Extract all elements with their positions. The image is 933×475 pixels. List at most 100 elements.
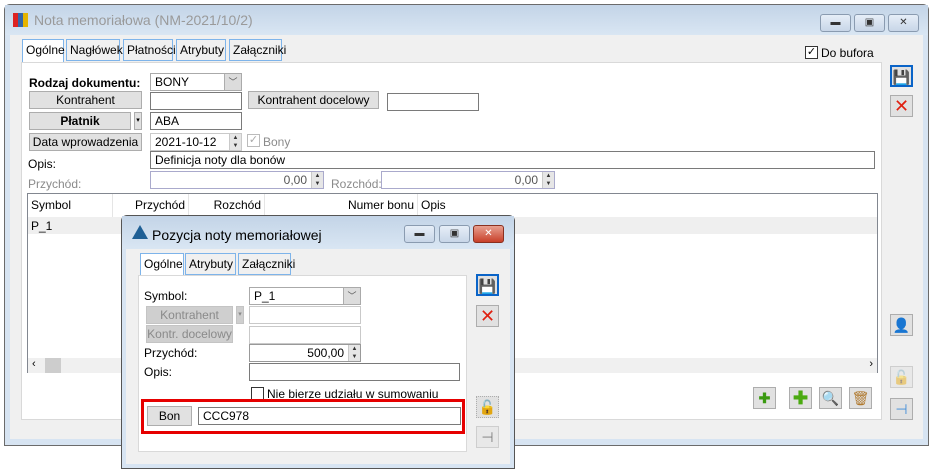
dialog-tab-ogolne[interactable]: Ogólne — [140, 253, 184, 277]
maximize-button[interactable]: ▣ — [854, 14, 885, 32]
col-numer-bonu[interactable]: Numer bonu — [265, 194, 418, 217]
close-icon: ✕ — [479, 306, 496, 326]
platnik-dropdown[interactable]: ▾ — [134, 112, 142, 130]
lock-button[interactable]: 🔓 — [890, 366, 913, 388]
tab-naglowek[interactable]: Nagłówek — [66, 39, 123, 61]
rozchod-label: Rozchód: — [331, 177, 382, 191]
save-button[interactable]: 💾 — [890, 65, 913, 87]
przychod-input[interactable]: 0,00 ▲ ▼ — [150, 171, 324, 189]
do-bufora-checkbox[interactable]: ✓ — [805, 46, 818, 59]
dialog-title: Pozycja noty memoriałowej — [152, 227, 322, 243]
symbol-label: Symbol: — [144, 289, 187, 303]
rozchod-input[interactable]: 0,00 ▲ ▼ — [381, 171, 555, 189]
delete-button[interactable]: 🗑 — [849, 387, 872, 409]
person-icon: 👤 — [892, 317, 911, 333]
magnifier-icon: 🔍 — [821, 390, 840, 406]
dialog-tab-zalaczniki[interactable]: Załączniki — [238, 253, 295, 275]
scroll-thumb[interactable] — [45, 358, 61, 373]
platnik-input[interactable]: ABA — [150, 112, 242, 130]
scroll-right-icon[interactable]: › — [869, 358, 873, 370]
kontrahent-docelowy-input[interactable] — [387, 93, 479, 111]
przychod-label: Przychód: — [28, 177, 82, 191]
bony-checkbox: ✓ — [247, 134, 260, 147]
dialog-przychod-label: Przychód: — [144, 346, 198, 360]
close-icon: ✕ — [893, 96, 910, 116]
cell-symbol: P_1 — [31, 219, 53, 233]
bony-label: Bony — [263, 135, 291, 149]
rodzaj-value: BONY — [155, 75, 190, 89]
plus-icon: ✚ — [792, 388, 809, 408]
kontrahent-docelowy-button[interactable]: Kontrahent docelowy — [248, 91, 379, 109]
position-dialog: Pozycja noty memoriałowej ▬ ▣ ✕ Ogólne A… — [121, 215, 515, 469]
col-rozchod[interactable]: Rozchód — [189, 194, 265, 217]
dialog-przychod-input[interactable]: 500,00 ▲ ▼ — [249, 344, 361, 362]
symbol-label-text: Symbol: — [144, 289, 188, 303]
kontrahent-input[interactable] — [150, 92, 242, 110]
chevron-down-icon[interactable]: ﹀ — [343, 288, 360, 304]
tab-ogolne[interactable]: Ogólne — [22, 39, 65, 63]
dialog-close-button[interactable]: ✕ — [473, 225, 504, 243]
search-button[interactable]: 🔍 — [819, 387, 842, 409]
opis-label: Opis: — [28, 157, 57, 171]
contractor-button[interactable]: 👤 — [890, 314, 913, 336]
dialog-pin-button[interactable]: ⊣ — [476, 426, 499, 448]
dialog-przychod-value: 500,00 — [307, 346, 344, 360]
spinner[interactable]: ▲ ▼ — [311, 172, 323, 188]
col-opis[interactable]: Opis — [418, 194, 878, 217]
window-title: Nota memoriałowa (NM-2021/10/2) — [34, 12, 253, 28]
dialog-cancel-button[interactable]: ✕ — [476, 305, 499, 327]
tab-zalaczniki[interactable]: Załączniki — [229, 39, 286, 61]
dialog-kontrahent-input[interactable] — [249, 306, 361, 324]
spinner[interactable]: ▲ ▼ — [348, 345, 360, 361]
kontrahent-button[interactable]: Kontrahent — [29, 91, 142, 109]
col-przychod[interactable]: Przychód — [113, 194, 189, 217]
add-window-icon: ✚ — [758, 390, 771, 406]
bon-button[interactable]: Bon — [147, 406, 192, 426]
floppy-icon: 💾 — [478, 278, 497, 294]
pin-icon: ⊣ — [895, 401, 908, 417]
symbol-value: P_1 — [254, 289, 276, 303]
lock-icon: 🔓 — [892, 369, 911, 385]
dialog-opis-input[interactable] — [249, 363, 460, 381]
pin-button[interactable]: ⊣ — [890, 398, 913, 420]
add-from-list-button[interactable]: ✚ — [753, 387, 776, 409]
pin-icon: ⊣ — [481, 429, 494, 445]
kontr-docelowy-input[interactable] — [249, 326, 361, 344]
dialog-tab-atrybuty[interactable]: Atrybuty — [185, 253, 236, 275]
rodzaj-select[interactable]: BONY ﹀ — [150, 73, 242, 91]
chevron-down-icon[interactable]: ﹀ — [224, 74, 241, 90]
data-value: 2021-10-12 — [155, 135, 217, 149]
add-button[interactable]: ✚ — [789, 387, 812, 409]
cancel-button[interactable]: ✕ — [890, 95, 913, 117]
platnik-button[interactable]: Płatnik — [29, 112, 131, 130]
trash-icon: 🗑 — [851, 390, 870, 406]
dialog-title-bar: Pozycja noty memoriałowej ▬ ▣ ✕ — [122, 216, 514, 249]
dialog-minimize-button[interactable]: ▬ — [404, 225, 435, 243]
rodzaj-label: Rodzaj dokumentu: — [29, 76, 141, 90]
bon-input[interactable]: CCC978 — [198, 407, 461, 425]
spinner[interactable]: ▲ ▼ — [229, 134, 241, 150]
tab-atrybuty[interactable]: Atrybuty — [176, 39, 226, 61]
przychod-value: 0,00 — [283, 173, 307, 187]
dialog-save-button[interactable]: 💾 — [476, 274, 499, 296]
tab-platnosci[interactable]: Płatności — [123, 39, 176, 61]
kontr-docelowy-button[interactable]: Kontr. docelowy — [146, 325, 233, 343]
dialog-maximize-button[interactable]: ▣ — [439, 225, 470, 243]
data-input[interactable]: 2021-10-12 ▲ ▼ — [150, 133, 242, 151]
close-button[interactable]: ✕ — [888, 14, 919, 32]
do-bufora-label: Do bufora — [821, 46, 874, 60]
dialog-kontrahent-dropdown[interactable]: ▾ — [236, 306, 244, 324]
rozchod-value: 0,00 — [514, 173, 538, 187]
scroll-left-icon[interactable]: ‹ — [32, 358, 36, 370]
app-logo-icon — [132, 225, 148, 239]
minimize-button[interactable]: ▬ — [820, 14, 851, 32]
spinner[interactable]: ▲ ▼ — [542, 172, 554, 188]
symbol-select[interactable]: P_1 ﹀ — [249, 287, 361, 305]
data-wprowadzenia-button[interactable]: Data wprowadzenia — [29, 133, 142, 151]
dialog-lock-button[interactable]: 🔓 — [476, 396, 499, 418]
lock-icon: 🔓 — [478, 399, 497, 415]
dialog-kontrahent-button[interactable]: Kontrahent — [146, 306, 233, 324]
col-symbol[interactable]: Symbol — [28, 194, 113, 217]
opis-input[interactable]: Definicja noty dla bonów — [150, 151, 875, 169]
dialog-body: Ogólne Atrybuty Załączniki Symbol: P_1 ﹀ … — [126, 249, 510, 464]
